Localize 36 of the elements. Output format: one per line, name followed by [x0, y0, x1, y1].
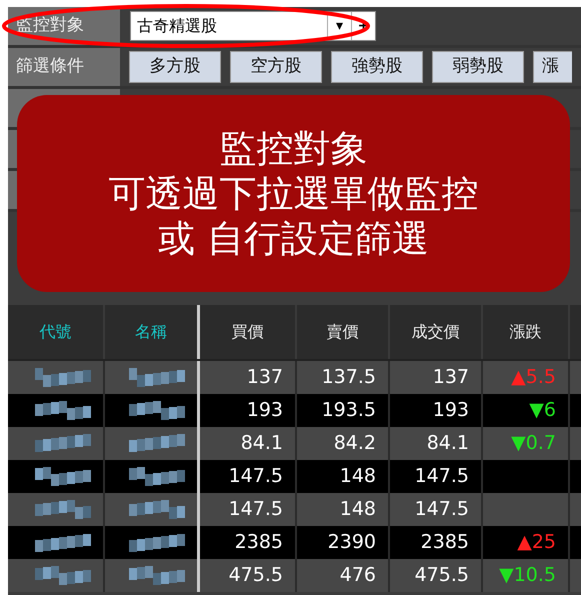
callout-text: 或 自行設定篩選 [158, 216, 429, 262]
price-cell: 475.5 [390, 559, 483, 592]
callout-text: 可透過下拉選單做監控 [108, 170, 478, 216]
price-cell: 476 [297, 559, 390, 592]
redacted-text-drawing [35, 500, 91, 520]
redacted-text-drawing [129, 400, 185, 420]
change-value: ▲5.5 [511, 365, 556, 390]
change-value: ▲25 [517, 530, 556, 556]
filter-button[interactable]: 多方股 [129, 51, 221, 83]
row-label: 篩選條件 [8, 48, 120, 86]
filter-button[interactable]: 空方股 [230, 51, 322, 83]
redacted-text-drawing [35, 532, 91, 552]
redacted-text-drawing [35, 434, 91, 454]
change-value: ▼0.7 [511, 431, 556, 456]
column-header: 代號 [8, 305, 105, 359]
redacted-text-drawing [129, 500, 185, 520]
redacted-text-drawing [129, 566, 185, 586]
change-value: ▼6 [529, 398, 556, 424]
callout-text: 監控對象 [220, 126, 368, 171]
redacted-text-drawing [35, 400, 91, 420]
filter-button[interactable]: 漲 [533, 51, 572, 83]
column-header: 賣價 [297, 305, 390, 359]
filter-button[interactable]: 弱勢股 [432, 51, 524, 83]
redacted-text-drawing [35, 566, 91, 586]
redacted-text-drawing [129, 368, 185, 388]
column-header: 買價 [200, 305, 297, 359]
change-value: ▼10.5 [499, 563, 556, 588]
redacted-text-drawing [129, 434, 185, 454]
column-header: 漲跌 [483, 305, 570, 359]
redacted-text-drawing [129, 532, 185, 552]
redacted-text-drawing [35, 466, 91, 486]
redacted-text-drawing [129, 466, 185, 486]
column-header: 成交價 [390, 305, 483, 359]
filter-button[interactable]: 強勢股 [331, 51, 423, 83]
price-cell: 475.5 [200, 559, 297, 592]
redacted-text-drawing [35, 368, 91, 388]
